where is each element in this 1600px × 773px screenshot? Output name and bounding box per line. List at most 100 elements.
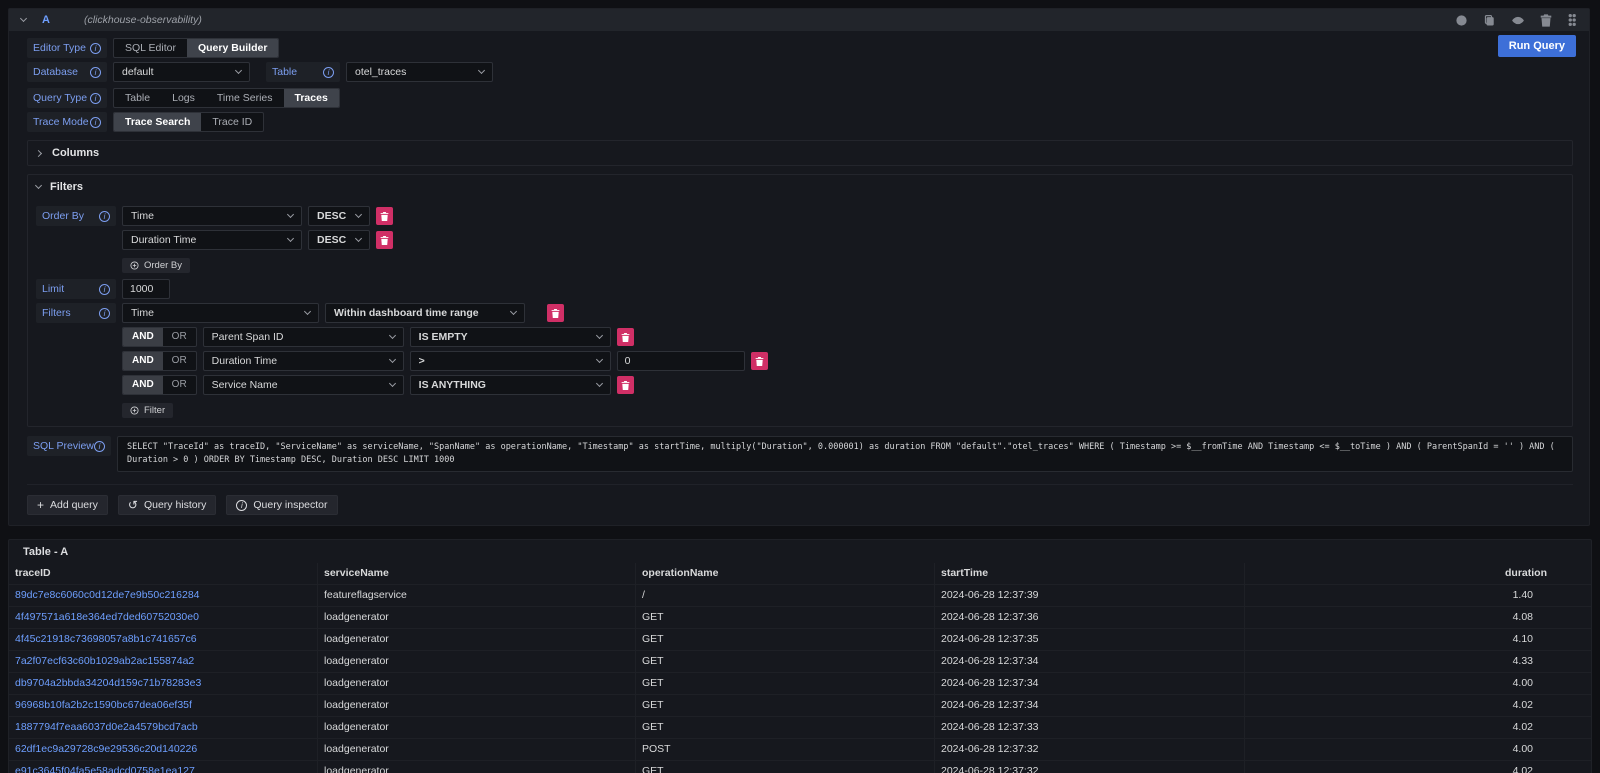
record-icon[interactable] — [1455, 14, 1468, 27]
table-panel: Table - A traceID serviceName operationN… — [8, 539, 1592, 773]
trace-id-link[interactable]: db9704a2bbda34204d159c71b78283e3 — [15, 677, 201, 689]
table-selected-value: otel_traces — [355, 66, 406, 78]
editor-type-row: Editor Type SQL Editor Query Builder — [27, 38, 1573, 58]
filter-value-input[interactable] — [617, 351, 745, 371]
filters-section-header[interactable]: Filters — [36, 178, 1564, 196]
query-editor-body: Run Query Editor Type SQL Editor Query B… — [9, 31, 1589, 525]
trace-id-link[interactable]: 4f45c21918c73698057a8b1c741657c6 — [15, 633, 197, 645]
trace-id-link[interactable]: 96968b10fa2b2c1590bc67dea06ef35f — [15, 699, 192, 711]
info-icon[interactable] — [94, 441, 105, 452]
or-option[interactable]: OR — [163, 352, 196, 370]
remove-order-by-button[interactable] — [376, 207, 393, 225]
info-icon[interactable] — [90, 93, 101, 104]
run-query-button[interactable]: Run Query — [1498, 35, 1576, 57]
table-row: db9704a2bbda34204d159c71b78283e3loadgene… — [9, 673, 1591, 695]
info-icon[interactable] — [99, 211, 110, 222]
trace-mode-option-trace-search[interactable]: Trace Search — [114, 113, 201, 131]
chevron-down-icon — [596, 332, 603, 339]
filter-field-select[interactable]: Parent Span ID — [203, 327, 404, 347]
order-by-row: Order By Time DESC — [36, 206, 1564, 226]
column-header-starttime[interactable]: startTime — [935, 563, 1245, 585]
chevron-down-icon — [304, 308, 311, 315]
column-header-operationname[interactable]: operationName — [636, 563, 935, 585]
filter-operator-select[interactable]: > — [410, 351, 611, 371]
filter-field-select[interactable]: Service Name — [203, 375, 404, 395]
remove-filter-button[interactable] — [547, 304, 564, 322]
query-type-option-logs[interactable]: Logs — [161, 89, 206, 107]
add-filter-button[interactable]: Filter — [122, 403, 173, 418]
column-header-duration[interactable]: duration — [1245, 563, 1591, 585]
order-by-field-select[interactable]: Time — [122, 206, 302, 226]
limit-input[interactable] — [122, 279, 170, 299]
table-cell: 4.02 — [1245, 761, 1591, 773]
query-inspector-button[interactable]: Query inspector — [226, 495, 337, 515]
filter-operator-select[interactable]: IS ANYTHING — [410, 375, 611, 395]
add-query-label: Add query — [50, 499, 98, 511]
info-icon[interactable] — [90, 43, 101, 54]
trace-mode-label: Trace Mode — [27, 112, 107, 132]
remove-filter-button[interactable] — [617, 328, 634, 346]
query-type-option-time-series[interactable]: Time Series — [206, 89, 284, 107]
order-by-direction-select[interactable]: DESC — [308, 206, 370, 226]
editor-type-option-query-builder[interactable]: Query Builder — [187, 39, 278, 57]
info-icon[interactable] — [99, 308, 110, 319]
add-query-button[interactable]: + Add query — [27, 495, 108, 515]
remove-filter-button[interactable] — [617, 376, 634, 394]
table-cell: loadgenerator — [318, 739, 636, 761]
trace-id-link[interactable]: 4f497571a618e364ed7ded60752030e0 — [15, 611, 199, 623]
table-cell: 2024-06-28 12:37:34 — [935, 673, 1245, 695]
table-cell: 2024-06-28 12:37:33 — [935, 717, 1245, 739]
or-option[interactable]: OR — [163, 376, 196, 394]
and-option[interactable]: AND — [123, 328, 163, 346]
query-history-button[interactable]: ↺ Query history — [118, 495, 217, 515]
info-icon[interactable] — [323, 67, 334, 78]
query-type-option-table[interactable]: Table — [114, 89, 161, 107]
editor-type-radio-group: SQL Editor Query Builder — [113, 38, 279, 58]
collapse-chevron-icon[interactable] — [20, 15, 27, 22]
table-cell: 4.00 — [1245, 739, 1591, 761]
filter-field-select[interactable]: Duration Time — [203, 351, 404, 371]
add-circle-icon — [130, 406, 139, 415]
order-by-field-value: Duration Time — [131, 234, 196, 246]
info-icon[interactable] — [90, 67, 101, 78]
trace-mode-option-trace-id[interactable]: Trace ID — [201, 113, 263, 131]
limit-label: Limit — [36, 279, 116, 299]
remove-order-by-button[interactable] — [376, 231, 393, 249]
table-cell: 2024-06-28 12:37:34 — [935, 651, 1245, 673]
trace-id-link[interactable]: 1887794f7eaa6037d0e2a4579bcd7acb — [15, 721, 198, 733]
and-option[interactable]: AND — [123, 376, 163, 394]
table-select[interactable]: otel_traces — [346, 62, 493, 82]
chevron-down-icon — [596, 356, 603, 363]
drag-handle-icon[interactable] — [1567, 13, 1577, 27]
table-cell: 2024-06-28 12:37:35 — [935, 629, 1245, 651]
filter-operator-select[interactable]: IS EMPTY — [410, 327, 611, 347]
or-option[interactable]: OR — [163, 328, 196, 346]
trace-id-link[interactable]: 7a2f07ecf63c60b1029ab2ac155874a2 — [15, 655, 194, 667]
query-type-option-traces[interactable]: Traces — [284, 89, 339, 107]
column-header-traceid[interactable]: traceID — [9, 563, 318, 585]
filter-operator-select[interactable]: Within dashboard time range — [325, 303, 525, 323]
database-select[interactable]: default — [113, 62, 250, 82]
trace-id-link[interactable]: 89dc7e8c6060c0d12de7e9b50c216284 — [15, 589, 200, 601]
query-row-header[interactable]: A (clickhouse-observability) — [9, 9, 1589, 31]
editor-type-option-sql-editor[interactable]: SQL Editor — [114, 39, 187, 57]
add-order-by-button[interactable]: Order By — [122, 258, 190, 273]
info-icon[interactable] — [90, 117, 101, 128]
trace-id-link[interactable]: e91c3645f04fa5e58adcd0758e1ea127 — [15, 765, 195, 773]
columns-section-header[interactable]: Columns — [36, 144, 1564, 162]
order-by-direction-select[interactable]: DESC — [308, 230, 370, 250]
order-by-field-select[interactable]: Duration Time — [122, 230, 302, 250]
filter-field-select[interactable]: Time — [122, 303, 319, 323]
copy-icon[interactable] — [1483, 14, 1496, 27]
and-option[interactable]: AND — [123, 352, 163, 370]
remove-filter-button[interactable] — [751, 352, 768, 370]
info-icon[interactable] — [99, 284, 110, 295]
time-filter-row: Filters Time Within dashboard time range — [36, 303, 1564, 323]
table-cell: 4.02 — [1245, 717, 1591, 739]
limit-row: Limit — [36, 279, 1564, 299]
table-cell: loadgenerator — [318, 651, 636, 673]
eye-icon[interactable] — [1511, 14, 1525, 27]
trash-icon[interactable] — [1540, 14, 1552, 27]
column-header-servicename[interactable]: serviceName — [318, 563, 636, 585]
trace-id-link[interactable]: 62df1ec9a29728c9e29536c20d140226 — [15, 743, 197, 755]
